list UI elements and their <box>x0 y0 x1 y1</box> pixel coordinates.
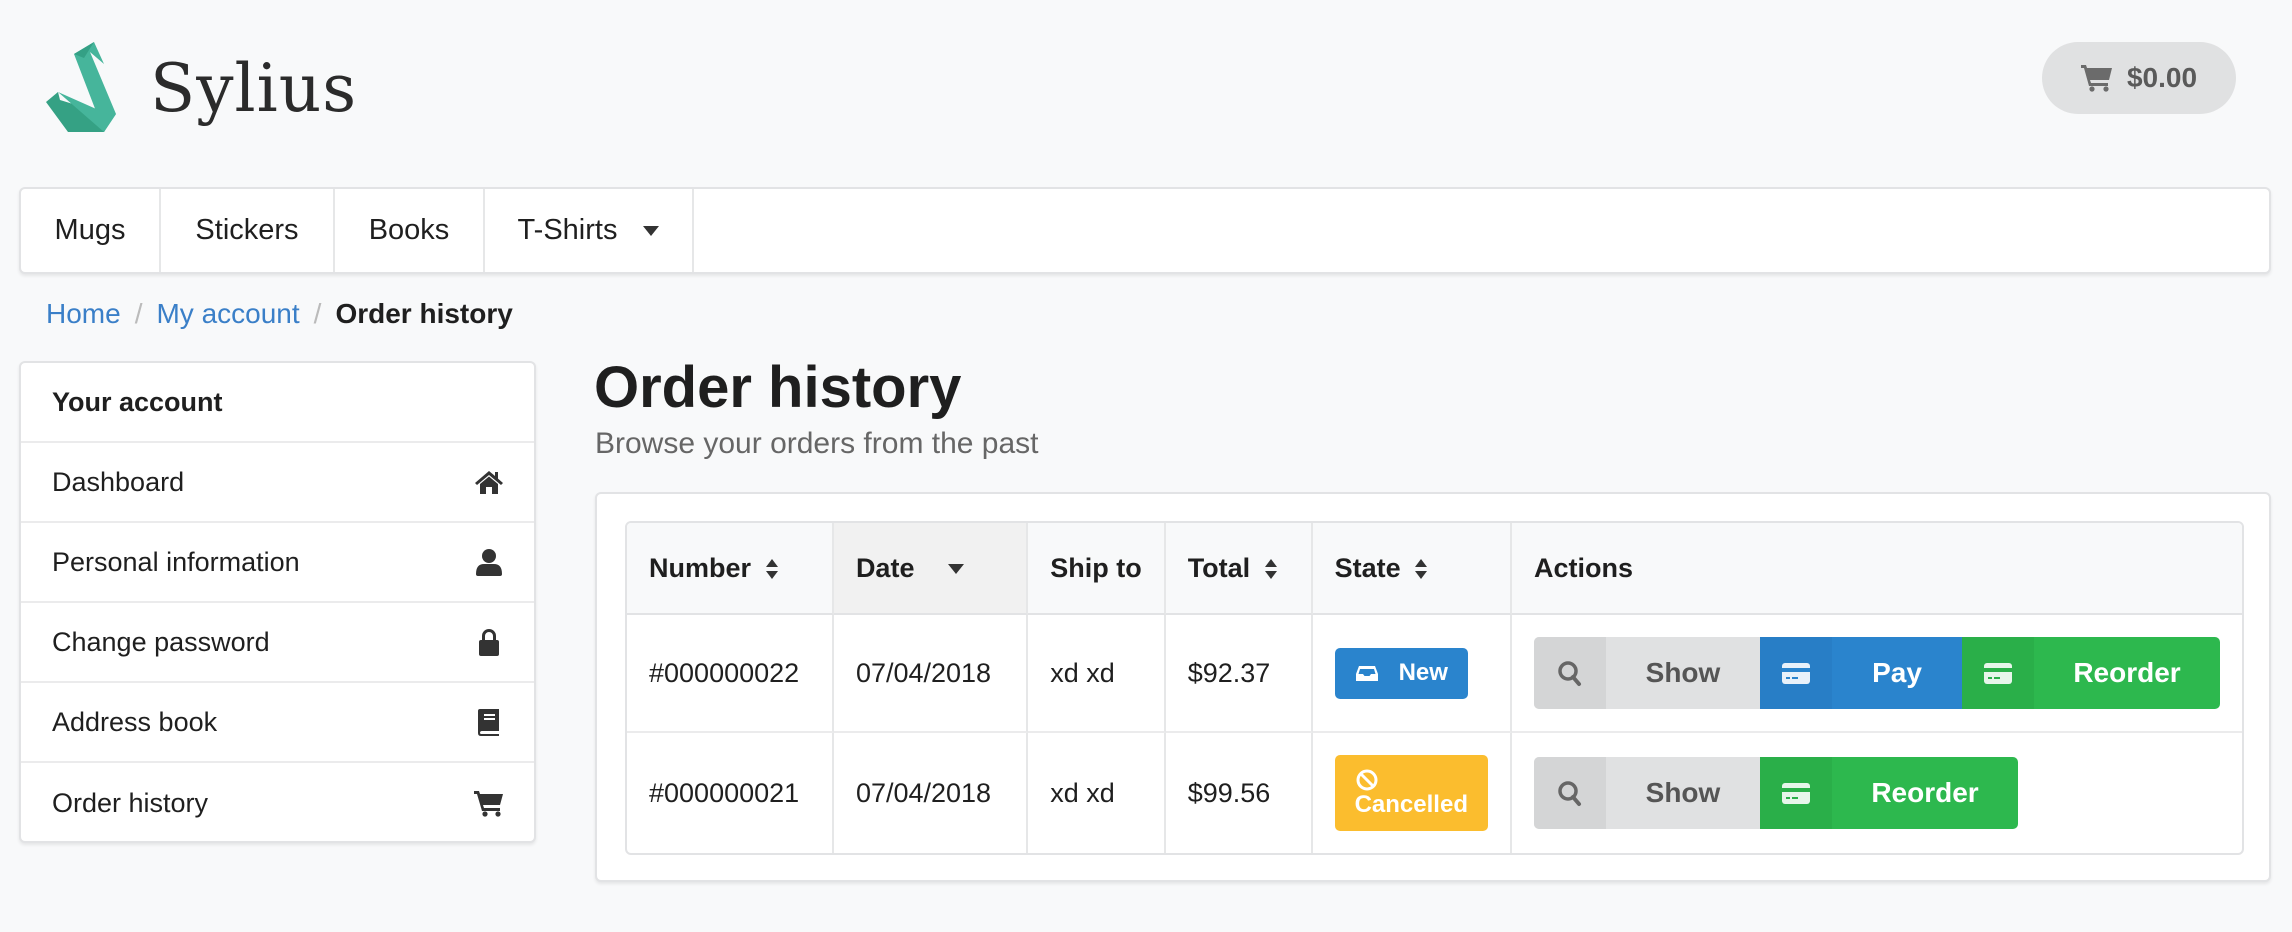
sidebar-item-label: Personal information <box>52 546 300 577</box>
column-header-state[interactable]: State <box>1312 523 1512 615</box>
sidebar-header: Your account <box>21 363 534 443</box>
column-header-actions: Actions <box>1512 523 2242 615</box>
nav-item-t-shirts[interactable]: T-Shirts <box>485 189 694 272</box>
inbox-icon <box>1355 666 1378 681</box>
column-header-total[interactable]: Total <box>1165 523 1313 615</box>
status-label: Cancelled <box>1354 791 1468 818</box>
order-number: #000000022 <box>627 615 834 733</box>
action-buttons: Show Reorder <box>1534 757 2018 829</box>
show-button[interactable]: Show <box>1534 637 1760 709</box>
lock-icon <box>479 629 499 656</box>
page-title: Order history <box>594 355 962 420</box>
sidebar-item-label: Order history <box>52 787 209 818</box>
column-label: Actions <box>1534 552 1634 583</box>
status-badge-new: New <box>1334 647 1468 699</box>
cart-icon <box>2080 65 2112 92</box>
page-subtitle: Browse your orders from the past <box>595 427 1039 460</box>
show-button[interactable]: Show <box>1534 757 1760 829</box>
column-label: Ship to <box>1050 552 1142 583</box>
pay-button[interactable]: Pay <box>1760 637 1962 709</box>
table-header-row: Number Date Ship to Total State Actions <box>627 523 2242 615</box>
button-label: Pay <box>1872 657 1922 688</box>
button-label: Show <box>1645 777 1721 808</box>
ban-icon <box>1356 769 1378 791</box>
status-badge-cancelled: Cancelled <box>1334 755 1488 831</box>
sylius-logo[interactable] <box>46 42 124 132</box>
column-header-date[interactable]: Date <box>833 523 1029 615</box>
order-ship-to: xd xd <box>1028 733 1166 853</box>
nav-label: T-Shirts <box>517 214 618 246</box>
breadcrumb: Home / My account / Order history <box>46 298 513 330</box>
order-date: 07/04/2018 <box>834 733 1029 853</box>
sidebar-header-label: Your account <box>52 386 223 417</box>
search-icon <box>1534 637 1606 709</box>
column-label: Number <box>649 552 752 583</box>
order-actions: Show Reorder <box>1512 733 2242 853</box>
sidebar-item-dashboard[interactable]: Dashboard <box>21 443 534 523</box>
reorder-button[interactable]: Reorder <box>1760 757 2018 829</box>
breadcrumb-my-account[interactable]: My account <box>156 298 299 330</box>
sidebar-item-label: Change password <box>52 626 270 657</box>
nav-item-books[interactable]: Books <box>335 189 485 272</box>
credit-card-icon <box>1962 637 2034 709</box>
order-actions: Show Pay Reorder <box>1512 615 2242 733</box>
main-navigation: Mugs Stickers Books T-Shirts <box>19 187 2271 274</box>
table-row: #000000022 07/04/2018 xd xd $92.37 New S… <box>627 615 2242 733</box>
credit-card-icon <box>1760 637 1832 709</box>
column-label: Total <box>1187 552 1251 583</box>
sort-icon <box>765 559 778 580</box>
sidebar-item-order-history[interactable]: Order history <box>21 763 534 843</box>
button-label: Reorder <box>2073 657 2181 688</box>
column-label: State <box>1334 552 1401 583</box>
reorder-button[interactable]: Reorder <box>1962 637 2220 709</box>
sidebar-item-label: Address book <box>52 706 218 737</box>
order-ship-to: xd xd <box>1028 615 1166 733</box>
breadcrumb-current: Order history <box>335 298 513 329</box>
sort-icon <box>1415 559 1428 580</box>
nav-label: Books <box>368 214 450 246</box>
account-sidebar: Your account Dashboard Personal informat… <box>19 361 536 843</box>
order-number: #000000021 <box>627 733 834 853</box>
nav-item-stickers[interactable]: Stickers <box>161 189 335 272</box>
brand-name: Sylius <box>150 50 358 127</box>
dropdown-caret-icon <box>643 225 660 236</box>
order-state: New <box>1312 615 1512 733</box>
action-buttons: Show Pay Reorder <box>1534 637 2220 709</box>
sort-descending-icon <box>947 564 964 575</box>
orders-table: Number Date Ship to Total State Actions … <box>625 521 2244 855</box>
button-label: Reorder <box>1871 777 1979 808</box>
home-icon <box>475 471 503 494</box>
breadcrumb-separator: / <box>313 298 322 329</box>
credit-card-icon <box>1760 757 1832 829</box>
user-icon <box>476 549 502 576</box>
cart-button[interactable]: $0.00 <box>2042 42 2236 114</box>
order-total: $92.37 <box>1165 615 1313 733</box>
cart-total: $0.00 <box>2126 62 2198 93</box>
breadcrumb-home[interactable]: Home <box>46 298 121 330</box>
nav-label: Mugs <box>54 214 126 246</box>
status-label: New <box>1398 659 1448 686</box>
sidebar-item-change-password[interactable]: Change password <box>21 603 534 683</box>
swan-logo-icon <box>46 42 116 132</box>
orders-segment: Number Date Ship to Total State Actions … <box>595 492 2271 882</box>
sidebar-item-personal-information[interactable]: Personal information <box>21 523 534 603</box>
order-total: $99.56 <box>1166 733 1313 853</box>
cart-icon <box>474 791 503 817</box>
sort-icon <box>1264 559 1277 580</box>
search-icon <box>1534 757 1606 829</box>
sidebar-item-label: Dashboard <box>52 466 185 497</box>
order-date: 07/04/2018 <box>833 615 1029 733</box>
table-row: #000000021 07/04/2018 xd xd $99.56 Cance… <box>627 733 2242 853</box>
book-icon <box>478 709 499 736</box>
column-label: Date <box>855 552 915 583</box>
button-label: Show <box>1645 657 1721 688</box>
nav-label: Stickers <box>195 214 299 246</box>
nav-item-mugs[interactable]: Mugs <box>21 189 161 272</box>
sidebar-item-address-book[interactable]: Address book <box>21 683 534 763</box>
order-state: Cancelled <box>1313 733 1512 853</box>
column-header-ship-to: Ship to <box>1028 523 1166 615</box>
column-header-number[interactable]: Number <box>627 523 834 615</box>
breadcrumb-separator: / <box>134 298 143 329</box>
